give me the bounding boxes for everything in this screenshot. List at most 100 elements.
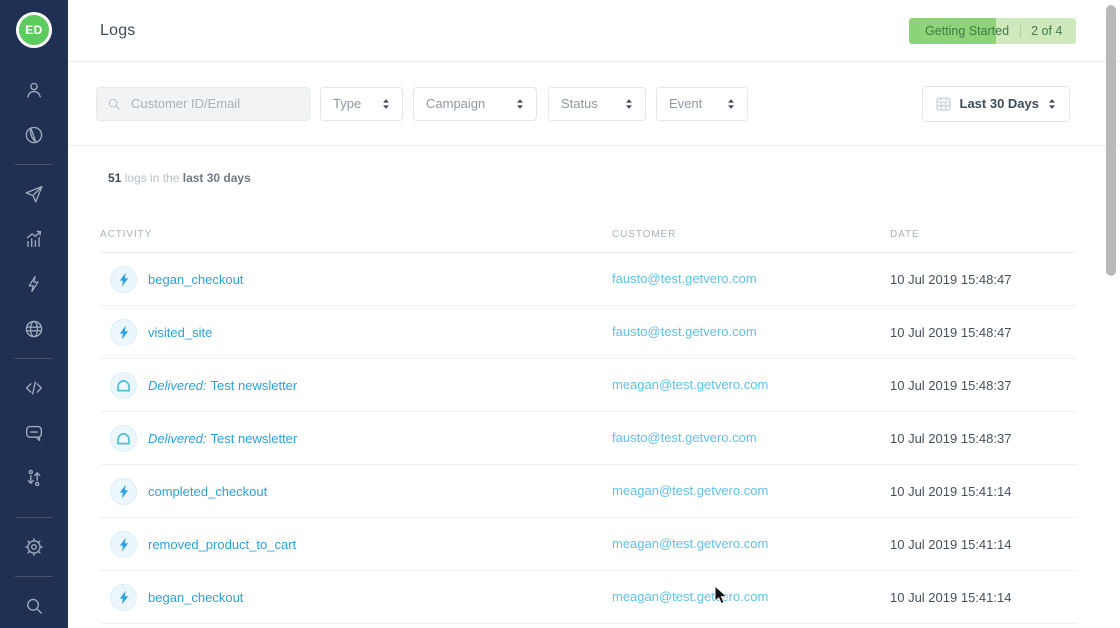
- log-date: 10 Jul 2019 15:48:37: [890, 378, 1077, 393]
- customer-cell: meagan@test.getvero.com: [612, 588, 890, 606]
- calendar-icon: [936, 96, 951, 111]
- type-filter-dropdown[interactable]: Type: [320, 87, 403, 121]
- sidebar-divider: [15, 517, 53, 518]
- getting-started-badge[interactable]: Getting Started 2 of 4: [909, 18, 1076, 44]
- lightning-icon: [118, 590, 130, 605]
- customer-cell: fausto@test.getvero.com: [612, 270, 890, 288]
- chevron-updown-icon: [1048, 98, 1056, 110]
- chat-icon: [23, 422, 45, 444]
- sidebar-nav: [15, 78, 53, 618]
- main-area: Logs Getting Started 2 of 4 Type Campaig…: [68, 0, 1120, 628]
- avatar[interactable]: ED: [16, 12, 52, 48]
- log-date: 10 Jul 2019 15:41:14: [890, 484, 1077, 499]
- activity-cell: began_checkout: [100, 266, 612, 293]
- sync-arrows-icon: [23, 467, 45, 489]
- activity-cell: Delivered:Test newsletter: [100, 425, 612, 452]
- sidebar-item-reports[interactable]: [22, 227, 46, 251]
- customer-link[interactable]: fausto@test.getvero.com: [612, 430, 757, 445]
- delivered-mail-icon: [116, 379, 131, 392]
- user-icon: [23, 79, 45, 101]
- page-title: Logs: [100, 22, 136, 40]
- table-row: visited_site fausto@test.getvero.com 10 …: [100, 306, 1077, 359]
- table-row: completed_checkout meagan@test.getvero.c…: [100, 465, 1077, 518]
- event-type-icon: [110, 584, 137, 611]
- status-filter-dropdown[interactable]: Status: [548, 87, 646, 121]
- sidebar-item-events[interactable]: [22, 272, 46, 296]
- customer-cell: fausto@test.getvero.com: [612, 429, 890, 447]
- log-date: 10 Jul 2019 15:41:14: [890, 590, 1077, 605]
- log-date: 10 Jul 2019 15:41:14: [890, 537, 1077, 552]
- sidebar-item-support[interactable]: [22, 421, 46, 445]
- activity-link[interactable]: removed_product_to_cart: [148, 537, 296, 552]
- getting-started-progress-count: 2 of 4: [1031, 24, 1062, 38]
- scrollbar-thumb[interactable]: [1106, 5, 1116, 276]
- column-header-activity: ACTIVITY: [100, 229, 612, 240]
- log-table-body: began_checkout fausto@test.getvero.com 1…: [100, 253, 1077, 624]
- event-filter-label: Event: [669, 96, 702, 111]
- sidebar-item-code[interactable]: [22, 376, 46, 400]
- customer-search-box[interactable]: [96, 87, 310, 121]
- activity-link[interactable]: Delivered:Test newsletter: [148, 431, 297, 446]
- getting-started-label: Getting Started: [925, 24, 1009, 38]
- campaign-filter-label: Campaign: [426, 96, 485, 111]
- log-date: 10 Jul 2019 15:48:37: [890, 431, 1077, 446]
- campaign-filter-dropdown[interactable]: Campaign: [413, 87, 537, 121]
- customer-search-input[interactable]: [129, 95, 299, 112]
- sidebar-item-segments[interactable]: [22, 123, 46, 147]
- date-range-label: Last 30 Days: [960, 96, 1040, 111]
- chevron-updown-icon: [382, 98, 390, 110]
- summary-text: logs in the: [121, 171, 182, 185]
- chevron-updown-icon: [727, 98, 735, 110]
- event-type-icon: [110, 266, 137, 293]
- sidebar-divider: [15, 358, 53, 359]
- customer-link[interactable]: meagan@test.getvero.com: [612, 589, 768, 604]
- logs-content: 51 logs in the last 30 days ACTIVITY CUS…: [68, 146, 1120, 628]
- sidebar-item-integrations[interactable]: [22, 466, 46, 490]
- sidebar-item-customers[interactable]: [22, 78, 46, 102]
- log-date: 10 Jul 2019 15:48:47: [890, 272, 1077, 287]
- activity-cell: completed_checkout: [100, 478, 612, 505]
- lightning-icon: [118, 325, 130, 340]
- log-date: 10 Jul 2019 15:48:47: [890, 325, 1077, 340]
- customer-link[interactable]: meagan@test.getvero.com: [612, 483, 768, 498]
- sidebar: ED: [0, 0, 68, 628]
- table-row: Delivered:Test newsletter meagan@test.ge…: [100, 359, 1077, 412]
- lightning-icon: [118, 537, 130, 552]
- paper-plane-icon: [23, 183, 45, 205]
- activity-name: Test newsletter: [211, 431, 298, 446]
- sidebar-divider: [15, 576, 53, 577]
- lightning-icon: [24, 274, 44, 294]
- activity-link[interactable]: completed_checkout: [148, 484, 267, 499]
- activity-cell: Delivered:Test newsletter: [100, 372, 612, 399]
- activity-link[interactable]: visited_site: [148, 325, 212, 340]
- column-header-date: DATE: [890, 229, 1077, 240]
- activity-cell: removed_product_to_cart: [100, 531, 612, 558]
- customer-link[interactable]: meagan@test.getvero.com: [612, 536, 768, 551]
- table-header-row: ACTIVITY CUSTOMER DATE: [100, 185, 1077, 253]
- event-filter-dropdown[interactable]: Event: [656, 87, 748, 121]
- activity-cell: began_checkout: [100, 584, 612, 611]
- date-range-picker[interactable]: Last 30 Days: [922, 86, 1071, 122]
- summary-range: last 30 days: [183, 171, 251, 185]
- activity-link[interactable]: Delivered:Test newsletter: [148, 378, 297, 393]
- activity-name: completed_checkout: [148, 484, 267, 499]
- activity-link[interactable]: began_checkout: [148, 272, 243, 287]
- table-row: Delivered:Test newsletter fausto@test.ge…: [100, 412, 1077, 465]
- column-header-customer: CUSTOMER: [612, 229, 890, 240]
- log-count: 51: [108, 171, 121, 185]
- sidebar-item-campaigns[interactable]: [22, 182, 46, 206]
- activity-link[interactable]: began_checkout: [148, 590, 243, 605]
- customer-link[interactable]: fausto@test.getvero.com: [612, 324, 757, 339]
- customer-link[interactable]: fausto@test.getvero.com: [612, 271, 757, 286]
- activity-name: removed_product_to_cart: [148, 537, 296, 552]
- customer-cell: meagan@test.getvero.com: [612, 535, 890, 553]
- sidebar-item-explore[interactable]: [22, 317, 46, 341]
- activity-name: began_checkout: [148, 272, 243, 287]
- sidebar-item-search[interactable]: [22, 594, 46, 618]
- customer-link[interactable]: meagan@test.getvero.com: [612, 377, 768, 392]
- delivered-type-icon: [110, 372, 137, 399]
- chevron-updown-icon: [516, 98, 524, 110]
- activity-name: Test newsletter: [211, 378, 298, 393]
- bar-chart-icon: [23, 228, 45, 250]
- sidebar-item-settings[interactable]: [22, 535, 46, 559]
